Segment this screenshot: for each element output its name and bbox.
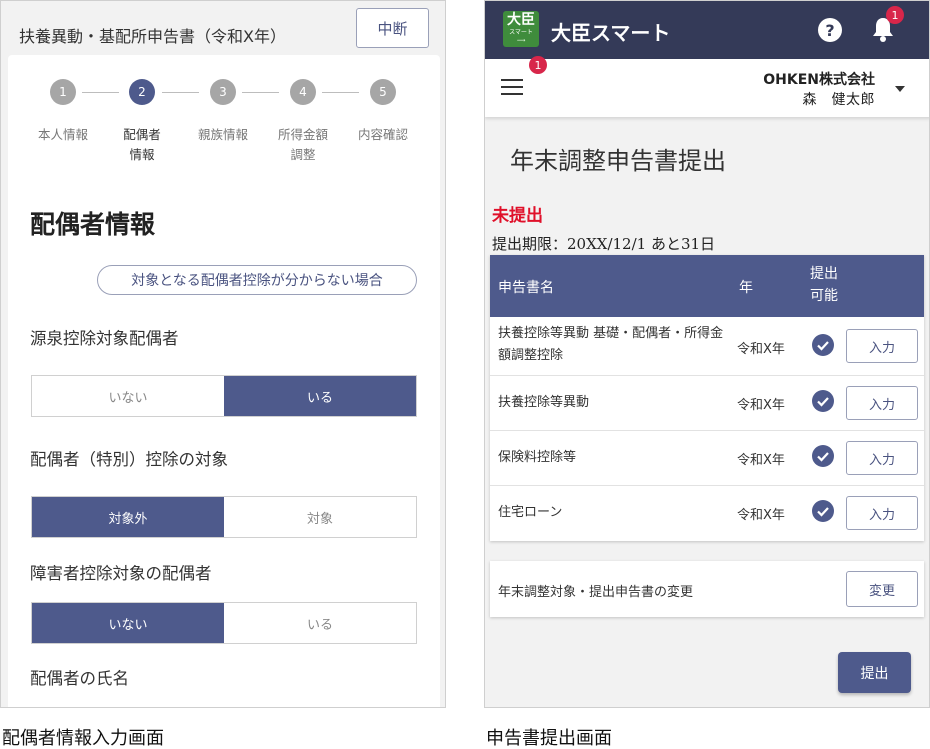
- step-connector: [162, 92, 199, 93]
- submit-button[interactable]: 提出: [838, 652, 911, 693]
- company-name: OHKEN株式会社: [763, 72, 875, 88]
- column-header-submittable: 提出 可能: [810, 266, 838, 304]
- change-button[interactable]: 変更: [846, 571, 918, 607]
- option-none[interactable]: いない: [32, 603, 224, 643]
- form-header: 扶養異動・基配所申告書（令和X年） 中断: [1, 1, 445, 55]
- user-name: 森 健太郎: [802, 92, 875, 108]
- sub-header: 1 OHKEN株式会社 森 健太郎: [485, 56, 929, 117]
- document-name: 保険料控除等: [498, 450, 577, 465]
- input-button[interactable]: 入力: [846, 496, 918, 530]
- document-year: 令和X年: [737, 342, 785, 357]
- step-1-label: 本人情報: [37, 127, 88, 142]
- step-2-label: 配偶者 情報: [123, 127, 161, 162]
- question-spouse-deduction: 配偶者（特別）控除の対象: [30, 450, 228, 469]
- input-button[interactable]: 入力: [846, 441, 918, 475]
- option-none[interactable]: いない: [32, 376, 224, 416]
- input-button[interactable]: 入力: [846, 386, 918, 420]
- app-bar: 大臣 スマート ⟿ 大臣スマート ? 1: [485, 1, 929, 59]
- column-header-year: 年: [739, 280, 753, 296]
- option-not-target[interactable]: 対象外: [32, 497, 224, 537]
- step-4-label: 所得金額 調整: [277, 127, 328, 162]
- input-button[interactable]: 入力: [846, 329, 918, 363]
- toggle-spouse-deduction: 対象外 対象: [31, 496, 417, 538]
- app-name: 大臣スマート: [551, 21, 671, 45]
- option-exists[interactable]: いる: [224, 603, 416, 643]
- spouse-deduction-help-link[interactable]: 対象となる配偶者控除が分からない場合: [97, 265, 417, 295]
- step-3-circle: 3: [210, 79, 236, 105]
- submission-screen: 大臣 スマート ⟿ 大臣スマート ? 1 1 OHKEN株式会社 森 健太郎 年…: [484, 0, 930, 708]
- table-row: 扶養控除等異動 令和X年 入力: [490, 376, 924, 431]
- left-caption: 配偶者情報入力画面: [2, 728, 164, 749]
- spouse-info-screen: 扶養異動・基配所申告書（令和X年） 中断 1 2 3 4 5 本人情報 配偶者 …: [0, 0, 446, 708]
- check-circle-icon: [812, 500, 834, 522]
- step-connector: [82, 92, 119, 93]
- table-row: 扶養控除等異動 基礎・配偶者・所得金額調整控除 令和X年 入力: [490, 317, 924, 376]
- table-row: 住宅ローン 令和X年 入力: [490, 486, 924, 541]
- document-name: 住宅ローン: [498, 505, 563, 520]
- spouse-name-label: 配偶者の氏名: [30, 669, 129, 688]
- table-header: 申告書名 年 提出 可能: [490, 255, 924, 317]
- step-5-label: 内容確認: [357, 127, 408, 142]
- document-year: 令和X年: [737, 508, 785, 523]
- document-table: 申告書名 年 提出 可能 扶養控除等異動 基礎・配偶者・所得金額調整控除 令和X…: [490, 255, 924, 541]
- right-caption: 申告書提出画面: [486, 728, 612, 749]
- suspend-button[interactable]: 中断: [356, 8, 429, 48]
- step-4-circle: 4: [290, 79, 316, 105]
- document-year: 令和X年: [737, 398, 785, 413]
- menu-badge: 1: [529, 56, 547, 74]
- section-heading: 配偶者情報: [30, 210, 156, 239]
- question-disabled-spouse: 障害者控除対象の配偶者: [30, 564, 212, 583]
- toggle-withholding-spouse: いない いる: [31, 375, 417, 417]
- notification-badge: 1: [886, 6, 904, 24]
- form-title: 扶養異動・基配所申告書（令和X年）: [19, 27, 286, 46]
- step-connector: [242, 92, 279, 93]
- document-year: 令和X年: [737, 453, 785, 468]
- check-circle-icon: [812, 390, 834, 412]
- table-row: 保険料控除等 令和X年 入力: [490, 431, 924, 486]
- change-documents-card: 年末調整対象・提出申告書の変更 変更: [490, 561, 924, 617]
- column-header-name: 申告書名: [498, 280, 554, 296]
- step-2-circle: 2: [129, 79, 155, 105]
- step-1-circle: 1: [50, 79, 76, 105]
- step-connector: [322, 92, 359, 93]
- submission-status: 未提出: [492, 206, 543, 226]
- option-target[interactable]: 対象: [224, 497, 416, 537]
- question-withholding-spouse: 源泉控除対象配偶者: [30, 329, 179, 348]
- step-3-label: 親族情報: [197, 127, 248, 142]
- deadline-text: 提出期限：20XX/12/1 あと31日: [492, 235, 716, 253]
- document-name: 扶養控除等異動: [498, 395, 590, 410]
- hamburger-menu-icon[interactable]: [501, 79, 523, 95]
- account-dropdown-icon[interactable]: [895, 86, 905, 92]
- document-name: 扶養控除等異動 基礎・配偶者・所得金額調整控除: [498, 326, 724, 363]
- option-exists[interactable]: いる: [224, 376, 416, 416]
- step-5-circle: 5: [370, 79, 396, 105]
- change-documents-label: 年末調整対象・提出申告書の変更: [498, 585, 694, 600]
- app-logo: 大臣 スマート ⟿: [503, 11, 539, 47]
- toggle-disabled-spouse: いない いる: [31, 602, 417, 644]
- help-icon[interactable]: ?: [818, 18, 842, 42]
- form-card: 1 2 3 4 5 本人情報 配偶者 情報 親族情報 所得金額 調整 内容確認 …: [8, 55, 440, 707]
- page-title: 年末調整申告書提出: [510, 147, 726, 175]
- check-circle-icon: [812, 445, 834, 467]
- check-circle-icon: [812, 334, 834, 356]
